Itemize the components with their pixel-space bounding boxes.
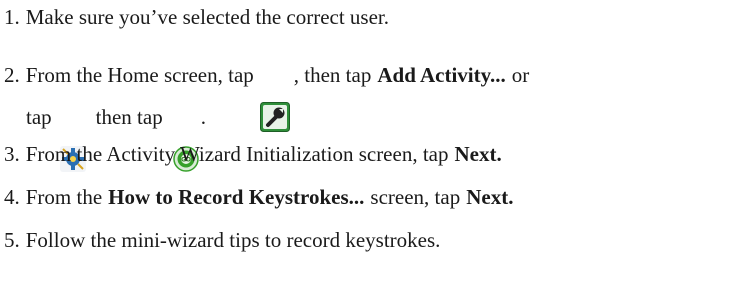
wrench-tool-icon — [259, 60, 290, 132]
step-2: 2. From the Home screen, tap , then tap … — [4, 60, 530, 132]
add-activity-label: Add Activity... — [377, 62, 506, 87]
step-2-cont-text-b: then tap — [95, 104, 163, 129]
step-5-text: Follow the mini-wizard tips to record ke… — [25, 227, 441, 252]
step-1-text: Make sure you’ve selected the correct us… — [25, 4, 390, 29]
next-label-step-4: Next. — [466, 184, 514, 209]
go-button-icon: GO — [172, 104, 199, 172]
step-3-number: 3. — [4, 141, 20, 166]
step-4-text-a: From the — [25, 184, 103, 209]
step-2-cont-text-c: . — [200, 104, 206, 129]
step-1-number: 1. — [4, 4, 20, 29]
step-2-continuation: tap then tap GO . — [26, 102, 206, 172]
step-2-text-a: From the Home screen, tap — [25, 62, 254, 87]
how-to-record-keystrokes-label: How to Record Keystrokes... — [108, 184, 365, 209]
step-3-text-a: From the Activity Wizard Initialization … — [25, 141, 449, 166]
step-1: 1. Make sure you’ve selected the correct… — [4, 2, 389, 32]
next-label-step-3: Next. — [454, 141, 502, 166]
step-3: 3. From the Activity Wizard Initializati… — [4, 139, 502, 169]
step-4: 4. From the How to Record Keystrokes... … — [4, 182, 513, 212]
gear-settings-icon — [59, 104, 86, 172]
step-5-number: 5. — [4, 227, 20, 252]
step-2-cont-text-a: tap — [26, 104, 52, 129]
step-2-text-c: or — [511, 62, 530, 87]
step-2-text-b: , then tap — [293, 62, 372, 87]
step-4-number: 4. — [4, 184, 20, 209]
step-5: 5. Follow the mini-wizard tips to record… — [4, 225, 440, 255]
step-2-number: 2. — [4, 62, 20, 87]
step-4-text-b: screen, tap — [370, 184, 461, 209]
